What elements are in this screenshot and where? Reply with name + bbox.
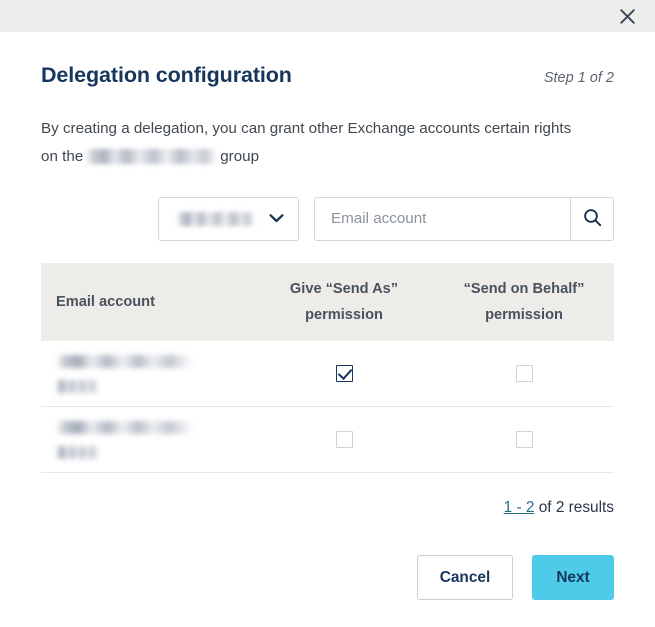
cell-send-as [254,406,434,474]
search-input[interactable] [314,196,570,241]
redacted-email-line2 [56,379,100,393]
next-button[interactable]: Next [532,555,614,600]
redacted-email-line1 [56,420,195,434]
table-row [41,340,614,408]
redacted-email-line2 [56,445,100,459]
cell-send-as [254,340,434,408]
dialog-footer: Cancel Next [41,555,614,600]
chevron-down-icon [269,210,284,227]
dialog-body: Delegation configuration Step 1 of 2 By … [0,32,655,627]
delegation-configuration-dialog: Delegation configuration Step 1 of 2 By … [0,0,655,627]
search-field-group [314,196,614,241]
table-body [41,340,614,474]
redacted-group-name [86,148,218,164]
pagination-range-link[interactable]: 1 - 2 [504,499,535,516]
redacted-email-line1 [56,354,195,368]
description-text-part2: group [220,147,260,165]
dialog-titlebar [0,0,655,32]
pagination-results-label: of 2 results [538,499,614,517]
step-indicator: Step 1 of 2 [543,70,614,86]
checkbox-send-on-behalf[interactable] [515,431,533,449]
dialog-description: By creating a delegation, you can grant … [41,115,586,171]
close-button[interactable] [610,0,644,32]
pagination: 1 - 2 of 2 results [41,499,614,517]
column-header-send-on-behalf: “Send on Behalf” permission [434,262,614,341]
table-header: Email account Give “Send As” permission … [41,262,614,341]
table-header-row: Email account Give “Send As” permission … [41,262,614,341]
column-header-email-account: Email account [41,262,254,341]
page-title: Delegation configuration [41,63,292,87]
cell-email-account [41,406,254,474]
cell-send-on-behalf [434,406,614,474]
domain-select[interactable] [158,196,299,241]
cell-send-on-behalf [434,340,614,408]
domain-select-value [177,211,255,226]
checkbox-send-on-behalf[interactable] [515,364,533,382]
cancel-button[interactable]: Cancel [417,555,513,600]
checkbox-send-as[interactable] [335,364,353,382]
search-controls [41,196,614,241]
permissions-table: Email account Give “Send As” permission … [41,262,614,474]
search-button[interactable] [570,196,614,241]
checkbox-send-as[interactable] [335,431,353,449]
close-icon [619,8,636,25]
search-icon [583,208,602,230]
dialog-header: Delegation configuration Step 1 of 2 [41,32,614,89]
column-header-send-as: Give “Send As” permission [254,262,434,341]
cell-email-account [41,340,254,408]
table-row [41,406,614,474]
